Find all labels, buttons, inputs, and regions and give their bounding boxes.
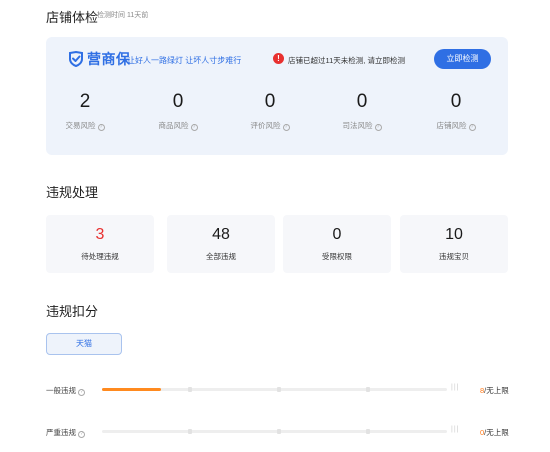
deduction-progress-fill [102, 388, 161, 391]
store-checkup-card: 营商保 让好人一路绿灯 让坏人寸步难行 ! 店铺已超过11天未检测, 请立即检测… [46, 37, 508, 155]
risk-value: 0 [356, 91, 368, 112]
progress-tick [188, 387, 192, 392]
deduction-progress-track [102, 429, 447, 434]
risk-label: 商品风险? [143, 120, 213, 131]
warning-icon: ! [273, 53, 284, 64]
brand-slogan: 让好人一路绿灯 让坏人寸步难行 [127, 56, 242, 65]
progress-tick [366, 387, 370, 392]
risk-value: 0 [264, 91, 276, 112]
check-now-button[interactable]: 立即检测 [434, 49, 491, 69]
progress-tick [277, 387, 281, 392]
stat-label: 受限权限 [322, 252, 352, 261]
deduction-row-label: 一般违规? [46, 385, 85, 396]
progress-tick [277, 429, 281, 434]
last-check-time: 11天前 [126, 12, 149, 19]
last-check-info: 检测时间 11天前 [97, 10, 148, 20]
deductions-title: 违规扣分 [46, 304, 99, 319]
stat-label: 待处理违规 [81, 252, 119, 261]
tab-tmall[interactable]: 天猫 [46, 333, 122, 355]
help-icon[interactable]: ? [282, 124, 290, 131]
brand-logo: 营商保 [68, 49, 131, 69]
help-icon[interactable]: ? [78, 431, 85, 438]
progress-dots: ||| [451, 384, 460, 391]
deduction-progress-track [102, 387, 447, 392]
risk-label: 店铺风险? [421, 120, 491, 131]
deduction-limit: 8/无上限 [480, 386, 509, 395]
risk-item-store[interactable]: 0 店铺风险? [421, 89, 491, 131]
risk-label: 交易风险? [50, 120, 120, 131]
stat-card-restricted[interactable]: 0 受限权限 [283, 215, 391, 273]
last-check-label: 检测时间 [97, 12, 125, 19]
help-icon[interactable]: ? [78, 389, 85, 396]
deduction-limit: 0/无上限 [480, 428, 509, 437]
stat-card-items[interactable]: 10 违规宝贝 [400, 215, 508, 273]
warning-message: 店铺已超过11天未检测, 请立即检测 [288, 56, 405, 65]
brand-name: 营商保 [87, 51, 131, 67]
page-title: 店铺体检 [46, 10, 99, 25]
deduction-row-label: 严重违规? [46, 427, 85, 438]
risk-value: 2 [79, 91, 91, 112]
help-icon[interactable]: ? [374, 124, 382, 131]
progress-dots: ||| [451, 426, 460, 433]
risk-item-trade[interactable]: 2 交易风险? [50, 89, 120, 131]
risk-label: 司法风险? [327, 120, 397, 131]
help-icon[interactable]: ? [190, 124, 198, 131]
risk-value: 0 [172, 91, 184, 112]
help-icon[interactable]: ? [468, 124, 476, 131]
risk-value: 0 [450, 91, 462, 112]
risk-item-review[interactable]: 0 评价风险? [235, 89, 305, 131]
shield-check-icon [69, 51, 83, 67]
stat-value: 0 [332, 226, 342, 243]
stat-value: 10 [445, 226, 463, 243]
violations-title: 违规处理 [46, 185, 99, 200]
stat-value: 48 [212, 226, 230, 243]
stat-card-all[interactable]: 48 全部违规 [167, 215, 275, 273]
risk-label: 评价风险? [235, 120, 305, 131]
stat-label: 违规宝贝 [439, 252, 469, 261]
progress-tick [188, 429, 192, 434]
risk-item-judicial[interactable]: 0 司法风险? [327, 89, 397, 131]
help-icon[interactable]: ? [97, 124, 105, 131]
stat-label: 全部违规 [206, 252, 236, 261]
stat-value: 3 [95, 226, 105, 243]
progress-tick [366, 429, 370, 434]
risk-item-product[interactable]: 0 商品风险? [143, 89, 213, 131]
stat-card-pending[interactable]: 3 待处理违规 [46, 215, 154, 273]
